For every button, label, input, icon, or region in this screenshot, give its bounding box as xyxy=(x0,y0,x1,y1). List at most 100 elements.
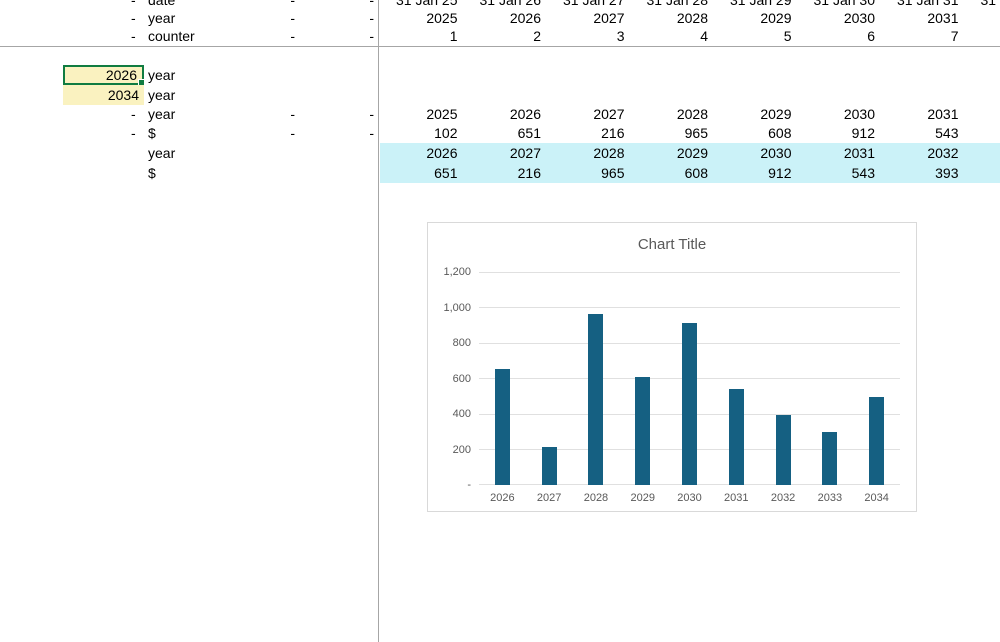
chart-bar[interactable] xyxy=(588,314,603,485)
x-tick-label: 2027 xyxy=(526,491,573,505)
chart-bar[interactable] xyxy=(682,323,697,485)
y-tick-label: 1,200 xyxy=(428,265,471,279)
dollar-value-cell[interactable]: 216 xyxy=(547,124,631,143)
highlight-dollar-cell[interactable]: 216 xyxy=(464,163,548,183)
frozen-rows-border xyxy=(0,46,1000,47)
y-tick-label: 1,000 xyxy=(428,301,471,315)
highlight-year-cell[interactable]: 2031 xyxy=(798,143,882,163)
row-label-year[interactable]: year xyxy=(148,143,175,163)
year-value-cell[interactable]: 2026 xyxy=(464,105,548,124)
highlight-dollar-cell[interactable]: 543 xyxy=(798,163,882,183)
year-cell[interactable]: 2027 xyxy=(547,9,631,28)
cell-dash[interactable]: - xyxy=(283,124,295,143)
highlight-dollar-cell[interactable]: 393 xyxy=(881,163,965,183)
highlight-dollar-cell[interactable]: 608 xyxy=(631,163,715,183)
cell-dash[interactable]: - xyxy=(283,105,295,124)
row-label-year[interactable]: year xyxy=(148,9,175,28)
chart-bar[interactable] xyxy=(635,377,650,485)
year-input-cell[interactable]: 2034 xyxy=(63,85,144,105)
highlight-year-cell[interactable]: 2028 xyxy=(547,143,631,163)
bar-slot xyxy=(619,272,666,485)
row-label-dollar[interactable]: $ xyxy=(148,124,156,143)
highlight-year-cells: 2026202720282029203020312032 xyxy=(380,143,1000,163)
cell-dash[interactable]: - xyxy=(362,27,374,46)
chart-y-axis[interactable]: 1,2001,000800600400200- xyxy=(428,265,471,492)
highlight-dollar-cell[interactable]: 651 xyxy=(380,163,464,183)
year-value-cell[interactable]: 2025 xyxy=(380,105,464,124)
x-tick-label: 2030 xyxy=(666,491,713,505)
cell-dash[interactable]: - xyxy=(283,27,295,46)
chart-bar[interactable] xyxy=(822,432,837,485)
chart[interactable]: Chart Title 1,2001,000800600400200- 2026… xyxy=(427,222,917,512)
year-cell[interactable]: 2031 xyxy=(881,9,965,28)
year-cell[interactable]: 2028 xyxy=(631,9,715,28)
year-input-value: 2034 xyxy=(108,87,139,103)
year-input-cell-selected[interactable]: 2026 xyxy=(63,65,144,85)
highlight-year-cell[interactable]: 2027 xyxy=(464,143,548,163)
row-label-dollar[interactable]: $ xyxy=(148,163,156,183)
highlight-year-cell[interactable]: 2030 xyxy=(714,143,798,163)
cell-dash[interactable]: - xyxy=(362,105,374,124)
counter-cell[interactable]: 4 xyxy=(631,27,715,46)
highlight-dollar-cells: 651216965608912543393 xyxy=(380,163,1000,183)
x-tick-label: 2028 xyxy=(573,491,620,505)
highlight-year-cell[interactable]: 2029 xyxy=(631,143,715,163)
chart-bar[interactable] xyxy=(869,397,884,485)
dollar-value-cell[interactable]: 543 xyxy=(881,124,965,143)
y-tick-label: 200 xyxy=(428,443,471,457)
cell-dash[interactable]: - xyxy=(131,124,136,143)
dollar-value-cell[interactable]: 102 xyxy=(380,124,464,143)
highlight-year-cell[interactable]: 2026 xyxy=(380,143,464,163)
dollar-value-cell[interactable]: 608 xyxy=(714,124,798,143)
cell-dash[interactable]: - xyxy=(362,124,374,143)
y-tick-label: 800 xyxy=(428,336,471,350)
counter-cells: 1234567 xyxy=(380,27,965,46)
row-label-year[interactable]: year xyxy=(148,105,175,124)
counter-cell[interactable]: 5 xyxy=(714,27,798,46)
chart-plot-area xyxy=(479,272,900,485)
input-label[interactable]: year xyxy=(148,65,175,85)
calc-dollar-cells: 102651216965608912543 xyxy=(380,124,965,143)
year-value-cell[interactable]: 2029 xyxy=(714,105,798,124)
year-value-cell[interactable]: 2030 xyxy=(798,105,882,124)
row-year-header: - year - - 2025202620272028202920302031 xyxy=(0,9,1000,28)
counter-cell[interactable]: 2 xyxy=(464,27,548,46)
bar-slot xyxy=(526,272,573,485)
chart-x-axis[interactable]: 202620272028202920302031203220332034 xyxy=(479,491,900,505)
row-label-counter[interactable]: counter xyxy=(148,27,195,46)
counter-cell[interactable]: 6 xyxy=(798,27,882,46)
cell-dash[interactable]: - xyxy=(131,105,136,124)
counter-cell[interactable]: 7 xyxy=(881,27,965,46)
bar-slot xyxy=(853,272,900,485)
counter-cell[interactable]: 1 xyxy=(380,27,464,46)
cell-dash[interactable]: - xyxy=(283,9,295,28)
x-tick-label: 2032 xyxy=(760,491,807,505)
input-label[interactable]: year xyxy=(148,85,175,105)
cell-dash[interactable]: - xyxy=(362,9,374,28)
dollar-value-cell[interactable]: 651 xyxy=(464,124,548,143)
chart-bar[interactable] xyxy=(495,369,510,485)
cell-dash[interactable]: - xyxy=(131,9,136,28)
chart-bar[interactable] xyxy=(542,447,557,485)
dollar-value-cell[interactable]: 965 xyxy=(631,124,715,143)
highlight-dollar-cell[interactable]: 965 xyxy=(547,163,631,183)
y-tick-label: 600 xyxy=(428,372,471,386)
year-value-cell[interactable]: 2031 xyxy=(881,105,965,124)
year-cell[interactable]: 2026 xyxy=(464,9,548,28)
dollar-value-cell[interactable]: 912 xyxy=(798,124,882,143)
counter-cell[interactable]: 3 xyxy=(547,27,631,46)
chart-bar[interactable] xyxy=(729,389,744,485)
highlight-year-cell[interactable]: 2032 xyxy=(881,143,965,163)
year-value-cell[interactable]: 2028 xyxy=(631,105,715,124)
highlight-dollar-cell[interactable]: 912 xyxy=(714,163,798,183)
chart-bar[interactable] xyxy=(776,415,791,485)
year-cell[interactable]: 2029 xyxy=(714,9,798,28)
year-cell[interactable]: 2030 xyxy=(798,9,882,28)
row-end-year-input: 2034 year xyxy=(0,85,1000,105)
year-value-cell[interactable]: 2027 xyxy=(547,105,631,124)
cell-dash[interactable]: - xyxy=(131,27,136,46)
chart-title[interactable]: Chart Title xyxy=(428,236,916,254)
year-cell[interactable]: 2025 xyxy=(380,9,464,28)
bar-slot xyxy=(573,272,620,485)
chart-bars xyxy=(479,272,900,485)
